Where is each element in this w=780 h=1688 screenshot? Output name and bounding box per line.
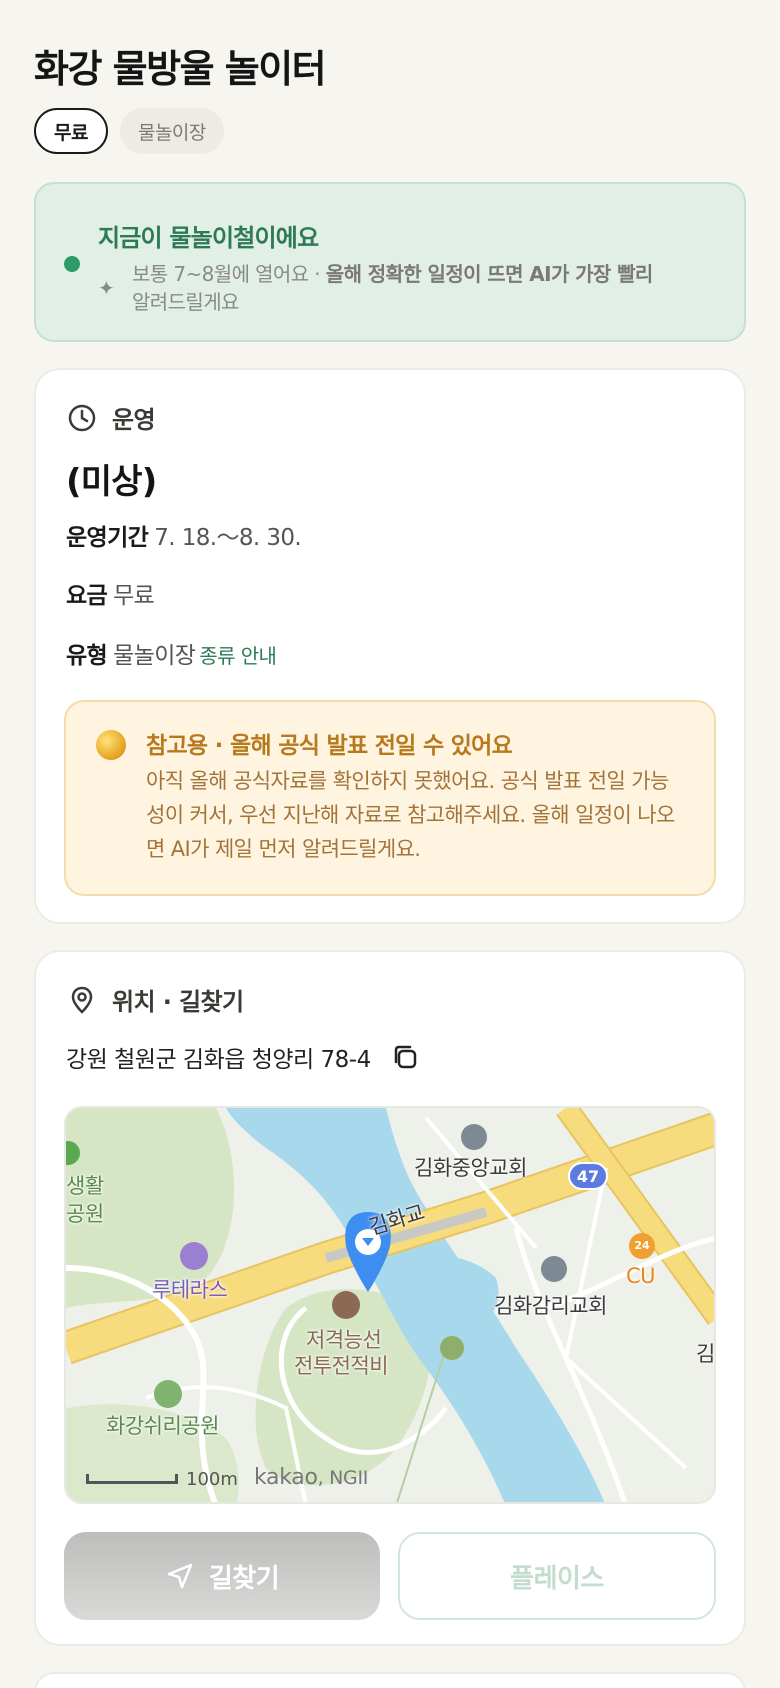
- period-row: 운영기간 7. 18.～8. 30.: [66, 518, 302, 552]
- map-copyright: kakao, NGII: [254, 1465, 369, 1490]
- location-card: 위치 · 길찾기 강원 철원군 김화읍 청양리 78-4 김화중앙교회 김화교 …: [34, 950, 746, 1646]
- page-title: 화강 물방울 놀이터: [34, 47, 327, 91]
- coin-icon: [96, 730, 126, 760]
- operation-heading: 운영: [66, 400, 156, 435]
- tag-row: 무료 물놀이장: [34, 108, 224, 154]
- location-heading: 위치 · 길찾기: [66, 982, 244, 1017]
- route-button-label: 길찾기: [208, 1563, 280, 1594]
- operation-card: 운영 (미상) 운영기간 7. 18.～8. 30. 요금 무료 유형 물놀이장 종류 …: [34, 368, 746, 924]
- season-card: 지금이 물놀이철이에요 ✦ 보통 7~8월에 열어요 · 올해 정확한 일정이 …: [34, 182, 746, 342]
- status-dot-icon: [64, 256, 80, 272]
- map-label-church-gamri[interactable]: 김화감리교회: [494, 1290, 607, 1320]
- map-label-park-left-2[interactable]: 공원: [66, 1198, 104, 1228]
- season-title: 지금이 물놀이철이에요: [98, 224, 319, 252]
- map-label-park-left-1[interactable]: 생활: [66, 1170, 104, 1200]
- place-button-label: 플레이스: [510, 1563, 604, 1594]
- fee-row: 요금 무료: [66, 576, 155, 610]
- address-row: 강원 철원군 김화읍 청양리 78-4: [66, 1040, 421, 1074]
- clock-icon: [68, 404, 96, 431]
- location-heading-label: 위치 · 길찾기: [112, 988, 244, 1016]
- action-buttons: 길찾기 플레이스: [64, 1532, 716, 1620]
- map-label-lodging[interactable]: 루테라스: [152, 1274, 228, 1304]
- map-label-edge: 김: [696, 1342, 715, 1366]
- reference-notice: 참고용 · 올해 공식 발표 전일 수 있어요 아직 올해 공식자료를 확인하지…: [64, 700, 716, 896]
- fee-label: 요금: [66, 583, 108, 609]
- notice-body: 아직 올해 공식자료를 확인하지 못했어요. 공식 발표 전일 가능성이 커서,…: [146, 769, 675, 861]
- tag-free[interactable]: 무료: [34, 108, 108, 154]
- season-subtitle: 보통 7~8월에 열어요 · 올해 정확한 일정이 뜨면 AI가 가장 빨리 알려…: [132, 262, 653, 314]
- sparkle-icon: ✦: [98, 276, 115, 300]
- map-label-rest-park[interactable]: 화강쉬리공원: [106, 1410, 219, 1440]
- map-scale-bar: [86, 1474, 178, 1484]
- operation-heading-label: 운영: [112, 406, 156, 434]
- tag-type[interactable]: 물놀이장: [119, 108, 224, 154]
- type-label: 유형: [66, 643, 108, 669]
- type-row: 유형 물놀이장 종류 안내: [66, 636, 277, 670]
- operation-status: (미상): [66, 462, 157, 502]
- route-button[interactable]: 길찾기: [64, 1532, 380, 1620]
- map-canvas: [66, 1108, 714, 1502]
- map-view[interactable]: 김화중앙교회 김화교 생활 공원 루테라스 김화감리교회 CU 저격능선 전투전…: [64, 1106, 716, 1504]
- type-guide-link[interactable]: 종류 안내: [199, 644, 277, 668]
- store-24-badge: 24: [634, 1239, 650, 1252]
- copy-icon[interactable]: [389, 1041, 421, 1073]
- next-card-edge: [34, 1672, 746, 1688]
- map-label-cu[interactable]: CU: [626, 1264, 656, 1288]
- fee-value: 무료: [113, 583, 155, 609]
- map-scale-text: 100m: [186, 1469, 238, 1490]
- notice-title: 참고용 · 올해 공식 발표 전일 수 있어요: [146, 733, 513, 759]
- period-label: 운영기간: [66, 525, 149, 551]
- type-value: 물놀이장: [113, 643, 196, 669]
- map-label-church-central[interactable]: 김화중앙교회: [414, 1152, 527, 1182]
- address-text: 강원 철원군 김화읍 청양리 78-4: [66, 1047, 371, 1073]
- place-button[interactable]: 플레이스: [398, 1532, 716, 1620]
- map-label-monument-2[interactable]: 전투전적비: [294, 1350, 389, 1380]
- navigation-arrow-icon: [167, 1563, 193, 1589]
- period-value: 7. 18.～8. 30.: [154, 525, 302, 551]
- road-number-badge: 47: [568, 1162, 608, 1190]
- location-pin-icon: [71, 986, 93, 1014]
